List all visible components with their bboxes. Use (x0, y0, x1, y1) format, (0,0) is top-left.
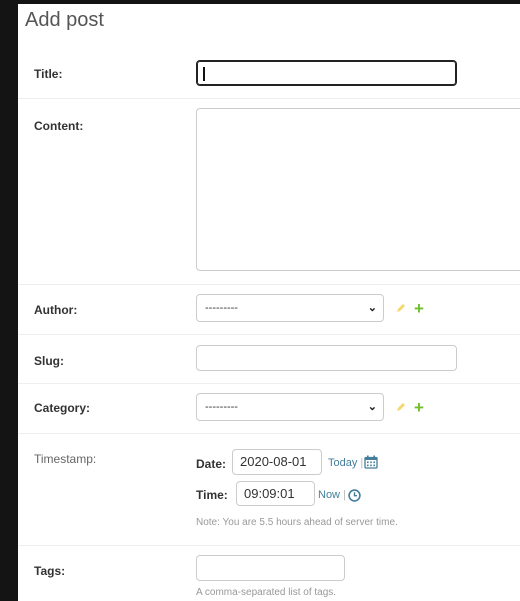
pencil-icon[interactable] (396, 402, 406, 412)
author-select-value: --------- (205, 302, 238, 314)
category-label: Category: (34, 401, 91, 415)
text-caret (203, 67, 205, 81)
now-link-label: Now (318, 489, 341, 501)
time-label: Time: (196, 488, 228, 502)
today-link-label: Today (328, 457, 358, 469)
tags-input[interactable] (196, 555, 345, 581)
title-label: Title: (34, 67, 63, 81)
content-textarea[interactable] (196, 108, 520, 271)
date-label: Date: (196, 457, 227, 471)
author-select[interactable]: --------- ⌄ (196, 294, 384, 322)
category-select-value: --------- (205, 401, 238, 413)
separator: | (360, 457, 364, 469)
plus-icon[interactable]: + (414, 399, 424, 416)
timestamp-row: Timestamp: Date: 2020-08-01 Today | Time… (18, 433, 520, 546)
slug-row: Slug: (18, 334, 520, 384)
tags-help: A comma-separated list of tags. (196, 587, 337, 598)
title-row: Title: (18, 48, 520, 99)
plus-icon[interactable]: + (414, 300, 424, 317)
timezone-note: Note: You are 5.5 hours ahead of server … (196, 517, 398, 528)
today-link[interactable]: Today | (328, 457, 363, 469)
pencil-icon[interactable] (396, 303, 406, 313)
separator: | (343, 489, 346, 501)
author-row: Author: --------- ⌄ + (18, 284, 520, 335)
category-select[interactable]: --------- ⌄ (196, 393, 384, 421)
content-label: Content: (34, 119, 84, 133)
date-input[interactable]: 2020-08-01 (232, 449, 322, 475)
slug-label: Slug: (34, 354, 64, 368)
time-input[interactable]: 09:09:01 (236, 481, 315, 506)
window-left-edge (0, 0, 18, 601)
page-title: Add post (25, 9, 104, 31)
title-input[interactable] (196, 60, 457, 86)
timestamp-label: Timestamp: (34, 452, 97, 466)
tags-label: Tags: (34, 564, 66, 578)
category-row: Category: --------- ⌄ + (18, 383, 520, 434)
now-link[interactable]: Now | (318, 489, 346, 501)
slug-input[interactable] (196, 345, 457, 371)
chevron-down-icon: ⌄ (367, 302, 377, 314)
chevron-down-icon: ⌄ (367, 401, 377, 413)
tags-row: Tags: A comma-separated list of tags. (18, 545, 520, 601)
calendar-icon[interactable] (364, 455, 378, 469)
author-label: Author: (34, 303, 78, 317)
clock-icon[interactable] (348, 489, 361, 502)
content-row: Content: (18, 98, 520, 285)
add-post-form: Add post Title: Content: Author: -------… (18, 4, 520, 601)
